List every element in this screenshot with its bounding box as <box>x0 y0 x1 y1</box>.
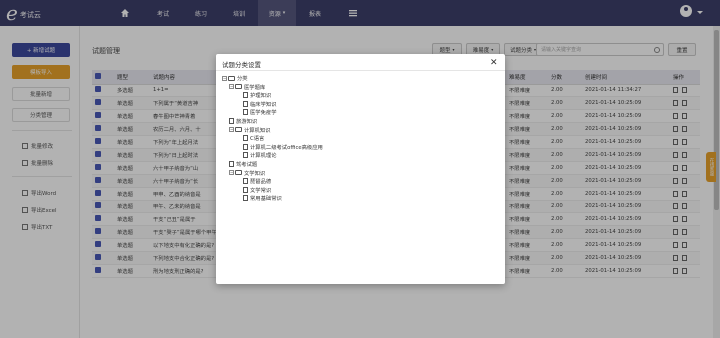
category-settings-dialog: 试题分类设置 ✕ − 分类 − 医学题库 护理知识 临床学知识 医学免疫学 旅游知识 − 计算机知… <box>216 54 505 284</box>
folder-icon <box>235 84 242 90</box>
tree-node-label: 计算机知识 <box>244 127 271 134</box>
tree-node-label: 旅游知识 <box>236 119 258 125</box>
tree-node-label: 常用基础常识 <box>250 196 282 203</box>
folder-icon <box>235 127 242 133</box>
document-icon <box>243 92 248 99</box>
tree-node-label: 医学免疫学 <box>250 110 277 117</box>
document-icon <box>229 118 234 124</box>
tree-node-leaf[interactable]: 琵琶品德 <box>243 177 271 185</box>
tree-node-group[interactable]: − 医学题库 <box>229 83 265 91</box>
tree-node-leaf[interactable]: 计算机理论 <box>243 151 277 159</box>
document-icon <box>229 161 234 167</box>
tree-node-label: 医学题库 <box>244 84 266 91</box>
collapse-icon[interactable]: − <box>222 75 227 81</box>
document-icon <box>243 195 248 202</box>
tree-node-label: 计算机理论 <box>250 153 277 160</box>
tree-node-group[interactable]: − 计算机知识 <box>229 126 271 134</box>
tree-node-leaf[interactable]: C语言 <box>243 134 264 142</box>
document-icon <box>243 100 248 107</box>
document-icon <box>243 135 248 142</box>
tree-node-group[interactable]: 旅游知识 <box>229 117 257 125</box>
document-icon <box>243 186 248 193</box>
dialog-divider <box>216 70 505 71</box>
tree-node-leaf[interactable]: 计算机二级考试office高级应用 <box>243 143 323 151</box>
tree-node-leaf[interactable]: 文学常识 <box>243 186 271 194</box>
tree-node-label: 琵琶品德 <box>250 179 272 186</box>
folder-icon <box>228 75 235 81</box>
document-icon <box>243 143 248 150</box>
tree-node-leaf[interactable]: 常用基础常识 <box>243 194 282 202</box>
tree-node-label: 护理知识 <box>250 93 272 100</box>
tree-node-leaf[interactable]: 医学免疫学 <box>243 108 277 116</box>
tree-node-root[interactable]: − 分类 <box>222 74 248 82</box>
tree-node-label: 文学常识 <box>250 187 272 194</box>
tree-node-leaf[interactable]: 护理知识 <box>243 91 271 99</box>
folder-icon <box>235 170 242 176</box>
tree-node-label: 分类 <box>237 76 248 82</box>
close-icon[interactable]: ✕ <box>490 58 498 68</box>
tree-node-label: 驾考试题 <box>236 162 258 168</box>
collapse-icon[interactable]: − <box>229 84 234 90</box>
tree-node-label: 临床学知识 <box>250 101 277 108</box>
tree-node-label: 计算机二级考试office高级应用 <box>250 144 323 151</box>
dialog-title: 试题分类设置 <box>222 61 261 69</box>
tree-node-label: C语言 <box>250 136 265 143</box>
tree-node-label: 文学知识 <box>244 170 266 177</box>
document-icon <box>243 109 248 116</box>
document-icon <box>243 178 248 185</box>
collapse-icon[interactable]: − <box>229 127 234 133</box>
tree-node-group[interactable]: − 文学知识 <box>229 169 265 177</box>
tree-node-group[interactable]: 驾考试题 <box>229 160 257 168</box>
collapse-icon[interactable]: − <box>229 170 234 176</box>
tree-node-leaf[interactable]: 临床学知识 <box>243 100 277 108</box>
document-icon <box>243 152 248 159</box>
